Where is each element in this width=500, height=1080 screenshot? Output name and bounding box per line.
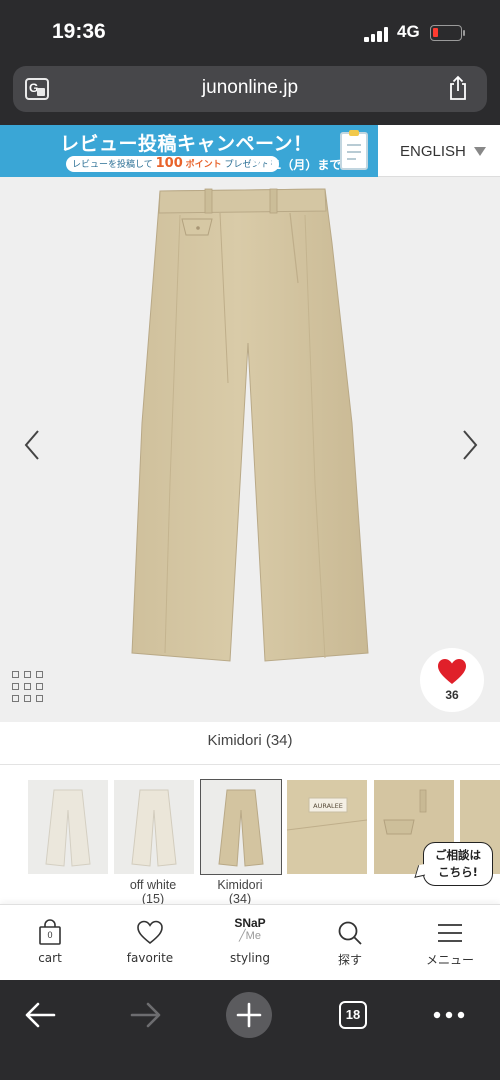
language-select[interactable]: ENGLISH xyxy=(378,125,500,177)
back-arrow-icon[interactable] xyxy=(16,990,66,1040)
heart-icon xyxy=(438,659,466,684)
product-image-carousel[interactable]: 36 xyxy=(0,177,500,722)
snap-logo-top: SNaP xyxy=(234,916,266,930)
consult-line2: こちら! xyxy=(438,865,478,879)
cart-count: 0 xyxy=(47,930,53,940)
nav-menu[interactable]: メニュー xyxy=(400,905,500,981)
favorite-badge[interactable]: 36 xyxy=(420,648,484,712)
next-image-button[interactable] xyxy=(454,425,484,465)
network-type: 4G xyxy=(397,22,420,41)
nav-search-label: 探す xyxy=(337,953,362,967)
new-tab-icon[interactable] xyxy=(224,990,274,1040)
url-text[interactable]: junonline.jp xyxy=(13,77,487,99)
thumbnail-item[interactable]: AURALEE xyxy=(287,780,367,874)
banner-date: 3/31（月）まで xyxy=(252,158,342,172)
nav-cart[interactable]: 0 cart xyxy=(0,905,100,981)
share-icon[interactable] xyxy=(447,75,469,101)
nav-favorite-label: favorite xyxy=(126,951,174,965)
thumbnail-caption: off white (15) xyxy=(108,878,198,906)
search-icon xyxy=(338,921,362,945)
address-bar[interactable]: junonline.jp xyxy=(13,66,487,112)
campaign-banner[interactable]: レビュー投稿キャンペーン！ レビューを投稿して 100 ポイント プレゼント! … xyxy=(0,125,378,177)
product-image xyxy=(131,188,369,662)
menu-icon xyxy=(438,924,462,942)
thumbnail-caption: Kimidori (34) xyxy=(195,878,285,906)
battery-icon xyxy=(430,25,465,41)
thumbnail-caption-name: off white xyxy=(129,878,177,892)
browser-toolbar: 18 xyxy=(0,980,500,1080)
tabs-count: 18 xyxy=(339,1001,367,1029)
divider xyxy=(0,764,500,765)
nav-search[interactable]: 探す xyxy=(300,905,400,981)
chevron-down-icon xyxy=(474,147,486,156)
cart-icon: 0 xyxy=(36,919,64,947)
consult-line1: ご相談は xyxy=(435,848,481,862)
nav-styling-label: styling xyxy=(230,951,270,965)
more-icon[interactable] xyxy=(424,990,474,1040)
site-bottom-nav: 0 cart favorite SNaP ╱Me styling 探す メニュー xyxy=(0,904,500,980)
banner-points-unit: ポイント xyxy=(185,160,222,170)
thumbnail-caption-name: Kimidori xyxy=(217,878,263,892)
banner-points-value: 100 xyxy=(155,156,183,171)
selected-color-label: Kimidori (34) xyxy=(207,732,293,749)
nav-menu-label: メニュー xyxy=(425,953,474,967)
banner-subtitle: レビューを投稿して 100 ポイント プレゼント! xyxy=(66,156,280,172)
banner-title: レビュー投稿キャンペーン！ xyxy=(60,133,313,155)
banner-subtitle-prefix: レビューを投稿して xyxy=(72,160,153,170)
favorite-count: 36 xyxy=(445,688,459,702)
consult-chat-button[interactable]: ご相談は こちら! xyxy=(423,842,493,886)
nav-styling[interactable]: SNaP ╱Me styling xyxy=(200,905,300,981)
color-thumbnail-strip[interactable]: off white (15) Kimidori (34) AURALEE xyxy=(0,778,500,906)
language-label: ENGLISH xyxy=(400,143,466,160)
thumbnail-item[interactable] xyxy=(28,780,108,874)
snap-logo-bottom: ╱Me xyxy=(239,930,261,942)
thumbnail-brand-label: AURALEE xyxy=(313,802,343,810)
previous-image-button[interactable] xyxy=(18,425,48,465)
nav-cart-label: cart xyxy=(38,951,62,965)
nav-favorite[interactable]: favorite xyxy=(100,905,200,981)
tabs-button[interactable]: 18 xyxy=(328,990,378,1040)
thumbnail-item[interactable] xyxy=(114,780,194,874)
browser-chrome-top: 19:36 4G junonline.jp xyxy=(0,0,500,125)
status-time: 19:36 xyxy=(52,20,106,43)
thumbnail-item-selected[interactable] xyxy=(200,779,282,875)
heart-outline-icon xyxy=(137,920,163,945)
grid-view-icon[interactable] xyxy=(12,671,48,707)
forward-arrow-icon[interactable] xyxy=(120,990,170,1040)
signal-icon xyxy=(364,26,390,42)
clipboard-icon xyxy=(340,130,368,170)
snap-logo: SNaP ╱Me xyxy=(200,917,300,943)
